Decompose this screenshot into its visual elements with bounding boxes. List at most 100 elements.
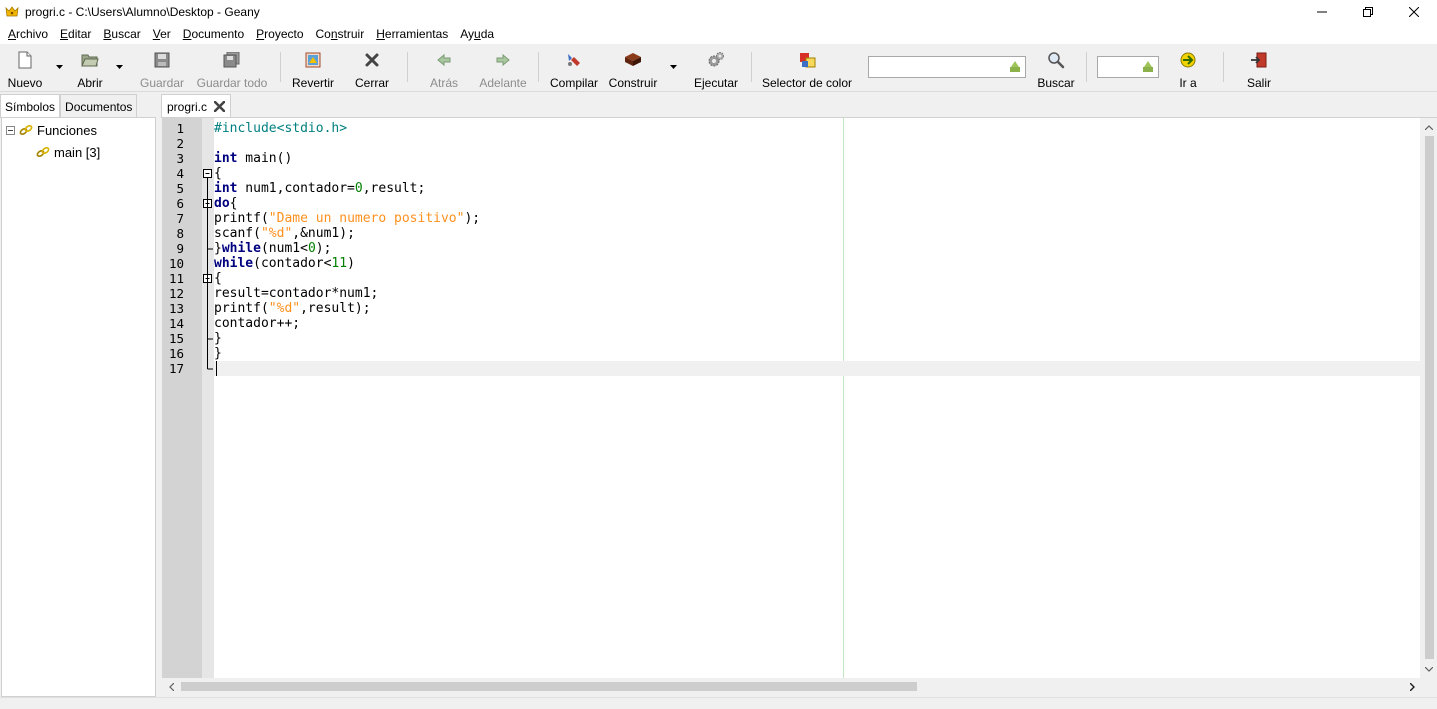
code-editor[interactable]: 1 2 3 4 5 6 7 8 9 10 11 12 13 14 15 16 17 #include<stdio… [162,117,1437,678]
code-line[interactable]: } [214,331,222,346]
close-icon [213,101,225,112]
menu-item-herramientas[interactable]: Herramientas [370,27,454,41]
line-number: 6 [176,196,184,211]
code-token: main() [237,151,293,166]
fold-margin[interactable] [202,118,214,678]
code-token: (num1< [260,241,308,256]
title-bar[interactable]: progri.c - C:\Users\Alumno\Desktop - Gea… [0,0,1437,24]
forward-button[interactable]: Adelante [477,48,529,90]
compile-icon [568,54,580,66]
code-line[interactable]: int num1,contador=0,result; [214,181,425,196]
tree-group-functions[interactable]: Funciones [6,121,97,139]
code-token: (contador< [253,256,332,271]
code-line[interactable]: int main() [214,151,292,166]
sidebar-tabs: Símbolos Documentos [0,94,138,118]
search-field[interactable] [868,56,1026,78]
tab-label: progri.c [167,99,208,114]
build-button[interactable]: Construir [606,48,660,90]
line-number: 17 [168,361,184,376]
close-file-button[interactable]: Cerrar [354,48,390,90]
chevron-down-icon [55,65,63,69]
code-line[interactable]: while(contador<11) [214,256,355,271]
code-line[interactable]: result=contador*num1; [214,286,378,301]
code-line[interactable]: printf("Dame un numero positivo"); [214,211,480,226]
code-token: do [214,196,230,211]
scroll-left-arrow[interactable] [165,681,177,693]
arrow-right-icon [496,54,510,66]
build-dropdown-arrow[interactable] [668,62,678,72]
code-line[interactable]: printf("%d",result); [214,301,371,316]
menu-item-ver[interactable]: Ver [147,27,177,41]
scroll-up-arrow[interactable] [1423,121,1435,133]
minimize-button[interactable] [1299,0,1345,24]
code-line[interactable]: #include<stdio.h> [214,121,347,136]
toolbar-separator [751,52,752,82]
scroll-down-arrow[interactable] [1423,663,1435,675]
code-token: "%d" [260,226,293,241]
code-token: ,result); [300,301,371,316]
menu-item-construir[interactable]: Construir [310,27,371,41]
tab-progri-c[interactable]: progri.c [161,94,232,118]
menu-item-editar[interactable]: Editar [54,27,97,41]
tree-item-main[interactable]: main [3] [36,143,100,161]
jump-arrow-icon [1180,52,1196,68]
scroll-right-arrow[interactable] [1406,681,1418,693]
save-icon [154,52,170,68]
close-window-button[interactable] [1391,0,1437,24]
line-number: 16 [168,346,184,361]
code-token: int [214,151,238,166]
menu-item-proyecto[interactable]: Proyecto [250,27,309,41]
build-brick-icon [625,53,641,66]
code-token: { [214,166,222,181]
menu-item-ayuda[interactable]: Ayuda [454,27,500,41]
menu-item-archivo[interactable]: Archivo [2,27,54,41]
code-line[interactable]: { [214,271,222,286]
collapse-toggle-icon[interactable] [6,125,15,135]
horizontal-scroll-thumb[interactable] [181,682,917,691]
search-input[interactable] [869,57,1025,77]
menu-item-documento[interactable]: Documento [177,27,250,41]
goto-line-button[interactable]: Ir a [1172,48,1204,90]
code-line[interactable]: { [214,166,222,181]
line-number-gutter: 1 2 3 4 5 6 7 8 9 10 11 12 13 14 15 16 17 [162,118,202,678]
line-number: 3 [176,151,184,166]
tab-symbols[interactable]: Símbolos [0,94,61,118]
vertical-scroll-thumb[interactable] [1425,136,1434,659]
new-dropdown-arrow[interactable] [54,62,64,72]
clear-entry-icon[interactable] [1008,60,1022,74]
compile-button[interactable]: Compilar [548,48,600,90]
open-button[interactable]: Abrir [74,48,106,90]
code-line[interactable]: contador++; [214,316,300,331]
clear-entry-icon[interactable] [1141,60,1155,74]
restore-button[interactable] [1345,0,1391,24]
exit-door-icon [1251,52,1267,68]
line-number: 7 [176,211,184,226]
open-dropdown-arrow[interactable] [114,62,124,72]
line-number: 5 [176,181,184,196]
long-line-marker [843,118,844,678]
new-button[interactable]: Nuevo [6,48,44,90]
code-line[interactable]: }while(num1<0); [214,241,331,256]
code-line[interactable]: scanf("%d",&num1); [214,226,355,241]
quit-button[interactable]: Salir [1244,48,1274,90]
close-tab-button[interactable] [213,101,225,113]
save-all-button[interactable]: Guardar todo [195,48,269,90]
menu-item-buscar[interactable]: Buscar [97,27,146,41]
revert-button[interactable]: Revertir [290,48,336,90]
horizontal-scrollbar[interactable] [162,678,1420,695]
code-line[interactable]: do{ [214,196,237,211]
execute-button[interactable]: Ejecutar [693,48,739,90]
save-all-icon [223,52,240,68]
current-line-highlight [214,361,1420,376]
vertical-scrollbar[interactable] [1420,118,1437,678]
color-picker-button[interactable]: Selector de color [761,48,853,90]
geany-app-icon [5,6,19,17]
line-number: 2 [176,136,184,151]
save-button[interactable]: Guardar [138,48,186,90]
goto-line-field[interactable] [1097,56,1159,78]
code-area[interactable]: #include<stdio.h> int main(){int num1,con… [214,118,1420,678]
tab-documents[interactable]: Documentos [60,94,138,118]
code-line[interactable]: } [214,346,222,361]
search-button[interactable]: Buscar [1036,48,1076,90]
back-button[interactable]: Atrás [427,48,461,90]
